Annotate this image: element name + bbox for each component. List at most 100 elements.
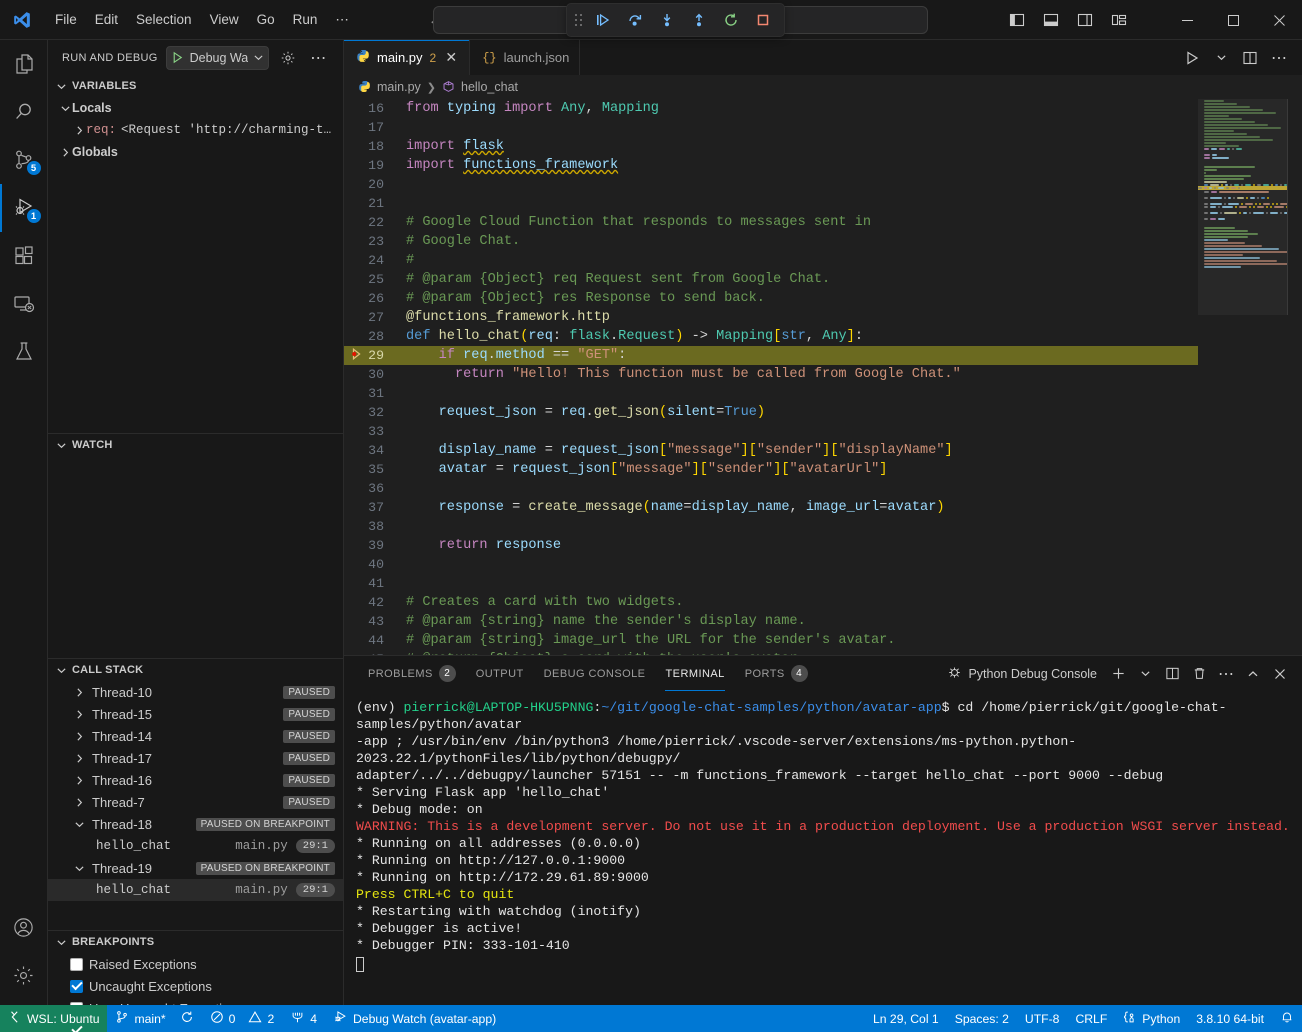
chevron-down-icon[interactable] [72,863,86,874]
editor-scrollbar[interactable] [1288,99,1302,655]
code-line[interactable]: 45# @return {Object} a card with the use… [344,650,1198,655]
code-line[interactable]: 41 [344,574,1198,593]
chevron-down-icon[interactable] [58,103,72,114]
menu-go[interactable]: Go [248,8,284,31]
toggle-panel-icon[interactable] [1036,6,1066,34]
status-bar-right[interactable]: Ln 29, Col 1 Spaces: 2 UTF-8 CRLF Python… [865,1005,1302,1032]
breakpoint-raised-exceptions[interactable]: Raised Exceptions [48,953,343,975]
status-branch-indicator[interactable]: main* [107,1005,201,1032]
chevron-right-icon[interactable] [72,797,86,808]
menu-edit[interactable]: Edit [86,8,127,31]
chevron-right-icon[interactable] [72,775,86,786]
continue-button[interactable] [590,7,616,33]
code-line[interactable]: 24# [344,251,1198,270]
restart-button[interactable] [718,7,744,33]
code-line[interactable]: 20 [344,175,1198,194]
editor-more-actions-icon[interactable]: ⋯ [1266,45,1292,71]
active-terminal-name[interactable]: Python Debug Console [947,665,1097,683]
sync-icon[interactable] [180,1010,194,1027]
new-terminal-button[interactable] [1106,662,1130,686]
minimize-button[interactable] [1164,0,1210,40]
chevron-right-icon[interactable] [72,125,86,136]
code-line[interactable]: 23# Google Chat. [344,232,1198,251]
code-line[interactable]: 18import flask [344,137,1198,156]
panel-actions[interactable]: Python Debug Console ⋯ [947,662,1302,686]
code-line[interactable]: 42# Creates a card with two widgets. [344,593,1198,612]
chevron-right-icon[interactable] [58,147,72,158]
call-stack-thread[interactable]: Thread-19 PAUSED ON BREAKPOINT [48,857,343,879]
breadcrumb[interactable]: main.py ❯ hello_chat [344,75,1302,99]
code-line[interactable]: 34 display_name = request_json["message"… [344,441,1198,460]
breakpoint-uncaught-exceptions[interactable]: Uncaught Exceptions [48,975,343,997]
code-line[interactable]: 35 avatar = request_json["message"]["sen… [344,460,1198,479]
activitybar-extensions[interactable] [0,232,48,280]
activity-bar[interactable]: 5 1 [0,40,48,1005]
call-stack-thread[interactable]: Thread-10 PAUSED [48,681,343,703]
chevron-right-icon[interactable] [72,709,86,720]
debug-toolbar[interactable] [566,3,785,37]
menu-more[interactable]: ⋯ [326,8,358,32]
call-stack-thread[interactable]: Thread-15 PAUSED [48,703,343,725]
status-problems-indicator[interactable]: 0 2 [202,1005,283,1032]
code-line[interactable]: 36 [344,479,1198,498]
drag-handle-icon[interactable] [575,14,582,26]
activitybar-search[interactable] [0,88,48,136]
status-indentation[interactable]: Spaces: 2 [947,1005,1017,1032]
terminal-cursor[interactable] [356,957,1290,974]
call-stack-thread[interactable]: Thread-14 PAUSED [48,725,343,747]
call-stack-tree[interactable]: Thread-10 PAUSED Thread-15 PAUSED Thread… [48,681,343,901]
maximize-panel-chevron-up-icon[interactable] [1241,662,1265,686]
status-eol[interactable]: CRLF [1067,1005,1115,1032]
close-panel-icon[interactable] [1268,662,1292,686]
tab-main-py[interactable]: main.py 2 ✕ [344,40,470,75]
maximize-button[interactable] [1210,0,1256,40]
step-out-button[interactable] [686,7,712,33]
chevron-down-icon[interactable] [54,665,68,676]
activitybar-accounts[interactable] [0,903,48,951]
call-stack-thread[interactable]: Thread-7 PAUSED [48,791,343,813]
customize-layout-icon[interactable] [1104,6,1134,34]
status-ports-indicator[interactable]: 4 [282,1005,325,1032]
menu-file[interactable]: File [46,8,86,31]
terminal-output[interactable]: (env) pierrick@LAPTOP-HKU5PNNG:~/git/goo… [344,691,1302,1005]
chevron-down-icon[interactable] [54,937,68,948]
status-cursor-position[interactable]: Ln 29, Col 1 [865,1005,947,1032]
code-line[interactable]: 19import functions_framework [344,156,1198,175]
window-controls[interactable] [1164,0,1302,40]
minimap-slider[interactable] [1198,99,1288,315]
call-stack-frame[interactable]: hello_chat main.py 29:1 [48,835,343,857]
variables-scope-locals[interactable]: Locals [48,97,343,119]
code-line[interactable]: 25# @param {Object} req Request sent fro… [344,270,1198,289]
tab-launch-json[interactable]: {} launch.json [470,40,580,75]
code-line[interactable]: 40 [344,555,1198,574]
status-debug-session-indicator[interactable]: Debug Watch (avatar-app) [325,1005,504,1032]
code-line[interactable]: 17 [344,118,1198,137]
breakpoint-checkbox[interactable] [70,958,83,971]
activitybar-remote-explorer[interactable] [0,280,48,328]
tab-output[interactable]: OUTPUT [466,656,534,691]
breadcrumb-file[interactable]: main.py [377,80,421,94]
toggle-primary-sidebar-icon[interactable] [1002,6,1032,34]
menu-run[interactable]: Run [284,8,327,31]
tab-debug-console[interactable]: DEBUG CONSOLE [534,656,656,691]
code-line[interactable]: 39 return response [344,536,1198,555]
status-bar[interactable]: WSL: Ubuntu main* 0 2 4 Debug Watch (ava… [0,1005,1302,1032]
code-line[interactable]: 31 [344,384,1198,403]
code-line[interactable]: 28def hello_chat(req: flask.Request) -> … [344,327,1198,346]
call-stack-thread[interactable]: Thread-17 PAUSED [48,747,343,769]
split-editor-right-button[interactable] [1237,45,1263,71]
debug-configuration-select[interactable]: Debug Wa [166,46,270,70]
code-line[interactable]: 29 if req.method == "GET": [344,346,1198,365]
activitybar-testing[interactable] [0,328,48,376]
run-chevron-down-icon[interactable] [1208,45,1234,71]
status-interpreter-version[interactable]: 3.8.10 64-bit [1188,1005,1272,1032]
chevron-down-icon[interactable] [72,819,86,830]
breadcrumb-symbol[interactable]: hello_chat [461,80,518,94]
editor-actions[interactable]: ⋯ [1179,40,1302,75]
activitybar-manage-gear-icon[interactable] [0,951,48,999]
activitybar-explorer[interactable] [0,40,48,88]
variable-req[interactable]: req: <Request 'http://charming-tro… [48,119,343,141]
close-button[interactable] [1256,0,1302,40]
chevron-down-icon[interactable] [54,440,68,451]
code-line[interactable]: 37 response = create_message(name=displa… [344,498,1198,517]
